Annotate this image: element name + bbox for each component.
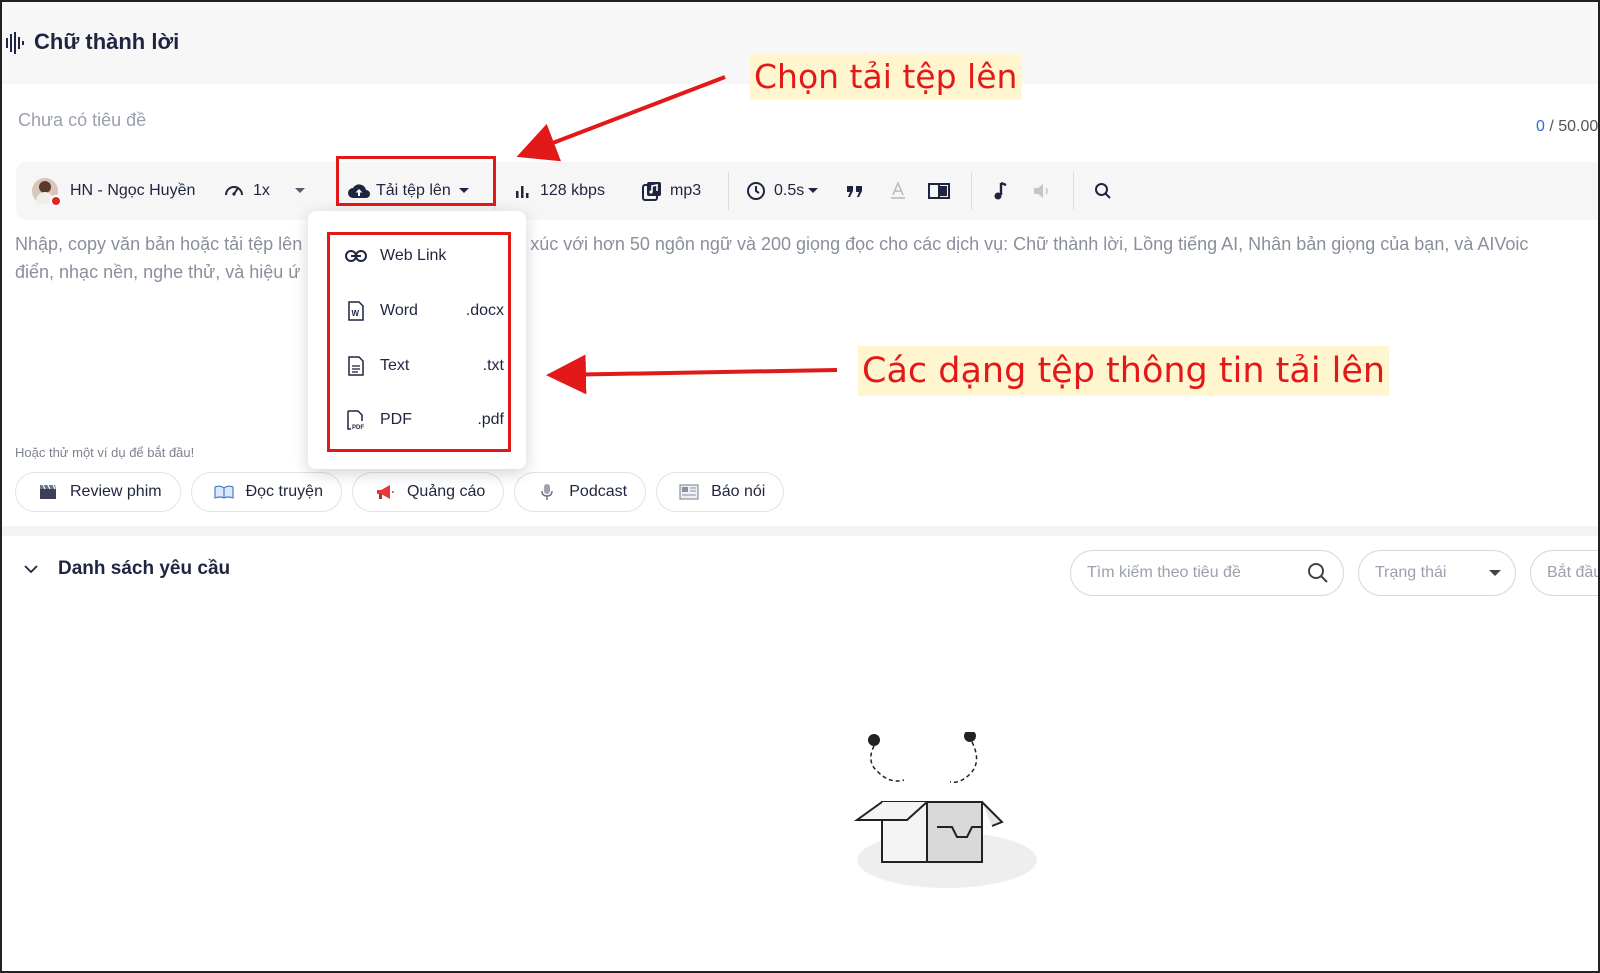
formats-arrow <box>546 354 838 395</box>
page-title: Chữ thành lời <box>34 29 180 54</box>
upload-callout: Chọn tải tệp lên <box>750 54 1022 100</box>
example-chip-podcast[interactable]: Podcast <box>514 472 647 512</box>
upload-menu-highlight <box>327 232 511 452</box>
chip-label: Báo nói <box>711 483 766 500</box>
search-icon <box>1095 183 1111 199</box>
requests-title: Danh sách yêu cầu <box>58 558 231 579</box>
chip-label: Quảng cáo <box>406 483 486 500</box>
document-title-input[interactable]: Chưa có tiêu đề <box>18 110 146 131</box>
character-counter: 0 / 50.000 <box>1536 118 1599 136</box>
pause-selector[interactable]: 0.5s <box>746 162 819 220</box>
example-chip-story[interactable]: Đọc truyện <box>190 472 342 512</box>
empty-box-illustration <box>853 732 1037 888</box>
upload-arrow <box>516 75 726 162</box>
voice-dropdown-caret[interactable] <box>294 162 306 220</box>
quote-icon <box>847 186 862 197</box>
editor-placeholder-line-1: Nhập, copy văn bản hoặc tải tệp lên i cảm… <box>15 230 1598 258</box>
microphone-icon <box>537 482 557 502</box>
chip-label: Podcast <box>569 483 628 500</box>
format-value: mp3 <box>670 182 702 199</box>
speed-selector[interactable]: 1x <box>223 162 270 220</box>
search-icon <box>1308 563 1328 583</box>
example-chips: Review phim Đọc truyện Quảng cáo Podcast… <box>15 472 785 512</box>
screen-frame: Chữ thành lời Chưa có tiêu đề 0 / 50.000… <box>0 0 1600 973</box>
volume-button[interactable] <box>1032 162 1052 220</box>
start-date-placeholder: Bắt đầu <box>1547 564 1600 581</box>
avatar <box>32 178 62 207</box>
clock-icon <box>747 182 765 200</box>
music-note-icon <box>994 181 1007 200</box>
speed-value: 1x <box>253 182 270 199</box>
waveform-icon <box>6 32 24 54</box>
open-book-icon <box>213 482 234 502</box>
text-style-button[interactable] <box>890 162 906 220</box>
chip-label: Đọc truyện <box>245 483 323 500</box>
editor-toolbar: HN - Ngọc Huyền 1x Tải tệp lên 128 kbps … <box>16 162 1598 220</box>
format-selector[interactable]: mp3 <box>642 162 701 220</box>
search-input[interactable] <box>1087 564 1307 582</box>
clapperboard-icon <box>38 482 58 502</box>
voice-selector[interactable]: HN - Ngọc Huyền <box>32 162 195 220</box>
book-icon <box>928 183 950 199</box>
vietnam-flag-icon <box>50 195 62 207</box>
bitrate-value: 128 kbps <box>540 182 605 199</box>
example-chip-ads[interactable]: Quảng cáo <box>351 472 505 512</box>
request-search-field[interactable] <box>1070 550 1344 596</box>
caret-down-icon <box>295 188 305 193</box>
quote-button[interactable] <box>846 162 864 220</box>
example-chip-review[interactable]: Review phim <box>15 472 181 512</box>
text-editor[interactable]: Nhập, copy văn bản hoặc tải tệp lên i cảm… <box>15 230 1598 286</box>
status-filter[interactable]: Trạng thái <box>1358 550 1516 596</box>
search-button[interactable] <box>1094 162 1112 220</box>
formats-callout: Các dạng tệp thông tin tải lên <box>858 346 1390 396</box>
toolbar-divider <box>971 172 972 210</box>
toolbar-divider <box>728 172 729 210</box>
toolbar-divider <box>1073 172 1074 210</box>
placeholder-text: i cảm xúc với hơn 50 ngôn ngữ và 200 giọ… <box>482 234 1529 254</box>
requests-header[interactable]: Danh sách yêu cầu <box>24 558 230 580</box>
background-music-button[interactable] <box>992 162 1008 220</box>
voice-name: HN - Ngọc Huyền <box>70 182 196 199</box>
section-divider <box>2 526 1598 536</box>
start-date-filter[interactable]: Bắt đầu <box>1530 550 1600 596</box>
bar-chart-icon <box>516 186 529 198</box>
pause-value: 0.5s <box>774 182 805 199</box>
newspaper-icon <box>679 482 699 502</box>
megaphone-icon <box>375 482 395 502</box>
status-placeholder: Trạng thái <box>1375 564 1447 581</box>
dictionary-button[interactable] <box>928 162 950 220</box>
char-count: 0 <box>1536 118 1545 135</box>
placeholder-text: Nhập, copy văn bản hoặc tải tệp lên <box>15 234 303 254</box>
music-file-icon <box>642 182 661 201</box>
editor-placeholder-line-2: điển, nhạc nền, nghe thử, và hiệu ứ <box>15 262 301 282</box>
chip-label: Review phim <box>70 483 162 500</box>
speedometer-icon <box>225 186 243 196</box>
volume-icon <box>1034 184 1048 198</box>
caret-down-icon <box>808 188 819 193</box>
chevron-down-icon <box>24 565 38 574</box>
example-chip-news[interactable]: Báo nói <box>656 472 785 512</box>
examples-hint: Hoặc thử một ví dụ để bắt đầu! <box>15 445 195 460</box>
char-limit: / 50.000 <box>1549 118 1599 135</box>
caret-down-icon <box>1489 569 1501 576</box>
upload-button-highlight <box>336 156 496 206</box>
bitrate-selector[interactable]: 128 kbps <box>514 162 605 220</box>
text-format-icon <box>891 182 905 199</box>
